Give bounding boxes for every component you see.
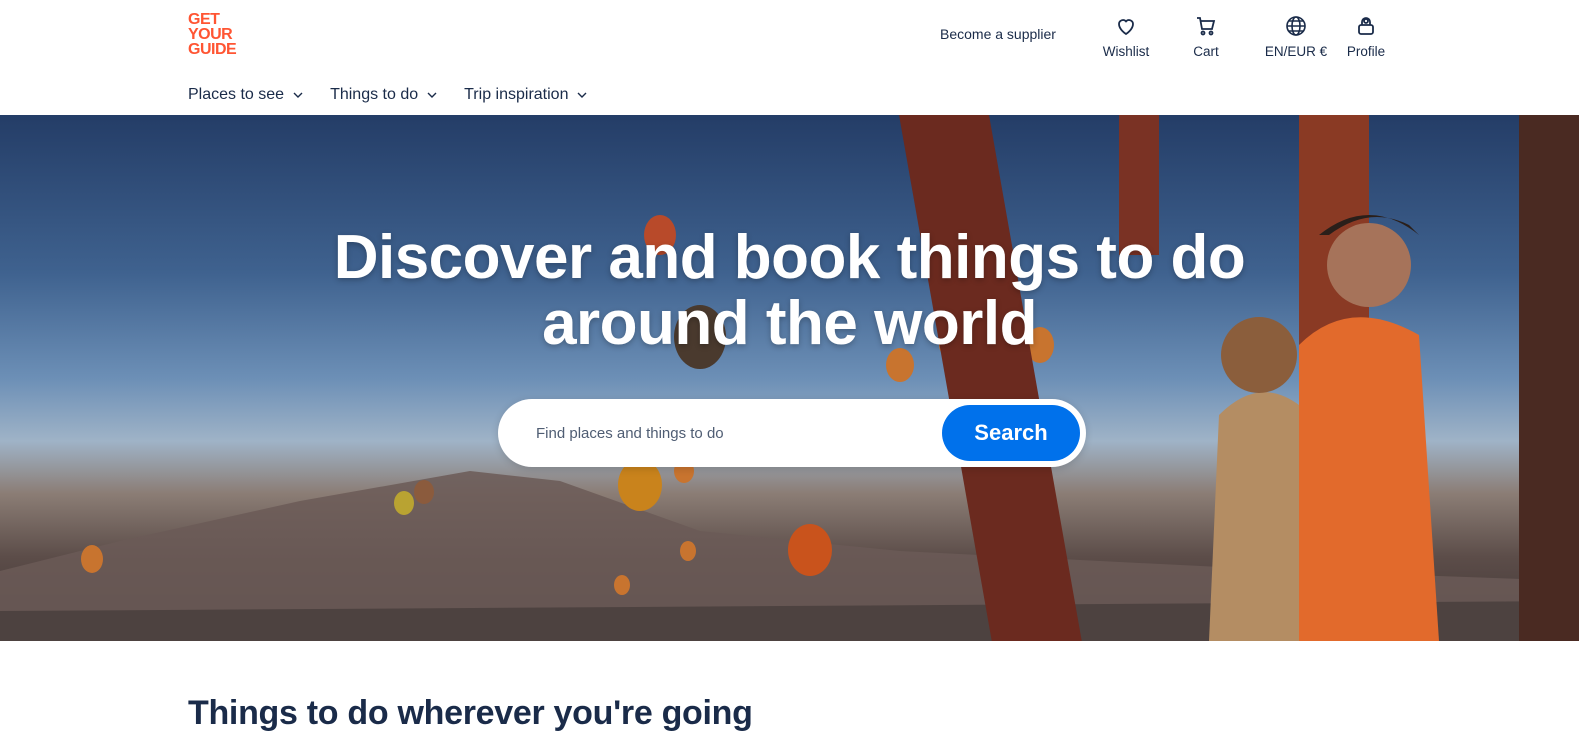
hero-banner: Discover and book things to do around th…: [0, 115, 1579, 641]
nav-trip-inspiration-label: Trip inspiration: [464, 86, 569, 103]
become-supplier-link[interactable]: Become a supplier: [940, 26, 1056, 42]
wishlist-label: Wishlist: [1102, 44, 1150, 59]
hero-couple-image: [899, 115, 1579, 641]
nav-things-to-do-label: Things to do: [330, 86, 419, 103]
nav-places-to-see-label: Places to see: [188, 86, 285, 103]
search-box: Search: [498, 399, 1086, 467]
nav-places-to-see[interactable]: Places to see: [188, 86, 304, 104]
main-nav: Places to see Things to do Trip inspirat…: [188, 86, 588, 104]
chevron-down-icon: [427, 92, 437, 98]
nav-trip-inspiration[interactable]: Trip inspiration: [464, 86, 588, 104]
logo-line-2: YOUR: [188, 26, 233, 43]
profile-label: Profile: [1346, 44, 1386, 59]
nav-things-to-do[interactable]: Things to do: [330, 86, 438, 104]
logo-line-1: GET: [188, 11, 220, 28]
heart-icon: [1118, 19, 1134, 36]
header-actions: Wishlist Cart EN/EUR € Profile: [1096, 14, 1396, 59]
wishlist-button[interactable]: Wishlist: [1096, 14, 1156, 59]
hero-title-line-2: around the world: [542, 289, 1037, 358]
cart-icon: [1197, 17, 1216, 36]
chevron-down-icon: [577, 92, 587, 98]
globe-icon: [1286, 16, 1306, 36]
profile-icon: [1358, 17, 1374, 35]
search-button[interactable]: Search: [942, 405, 1080, 461]
section-title: Things to do wherever you're going: [188, 694, 753, 732]
cart-label: Cart: [1193, 44, 1219, 59]
hero-title: Discover and book things to do around th…: [0, 225, 1579, 357]
language-currency-label: EN/EUR €: [1264, 44, 1328, 59]
language-currency-button[interactable]: EN/EUR €: [1256, 14, 1336, 59]
search-input[interactable]: [534, 423, 942, 443]
getyourguide-logo[interactable]: GET YOUR GUIDE: [188, 11, 248, 58]
cart-button[interactable]: Cart: [1176, 14, 1236, 59]
logo-line-3: GUIDE: [188, 41, 237, 58]
site-header: GET YOUR GUIDE Become a supplier Wishlis…: [0, 0, 1579, 115]
chevron-down-icon: [293, 92, 303, 98]
hero-title-line-1: Discover and book things to do: [333, 223, 1246, 292]
profile-button[interactable]: Profile: [1336, 14, 1396, 59]
